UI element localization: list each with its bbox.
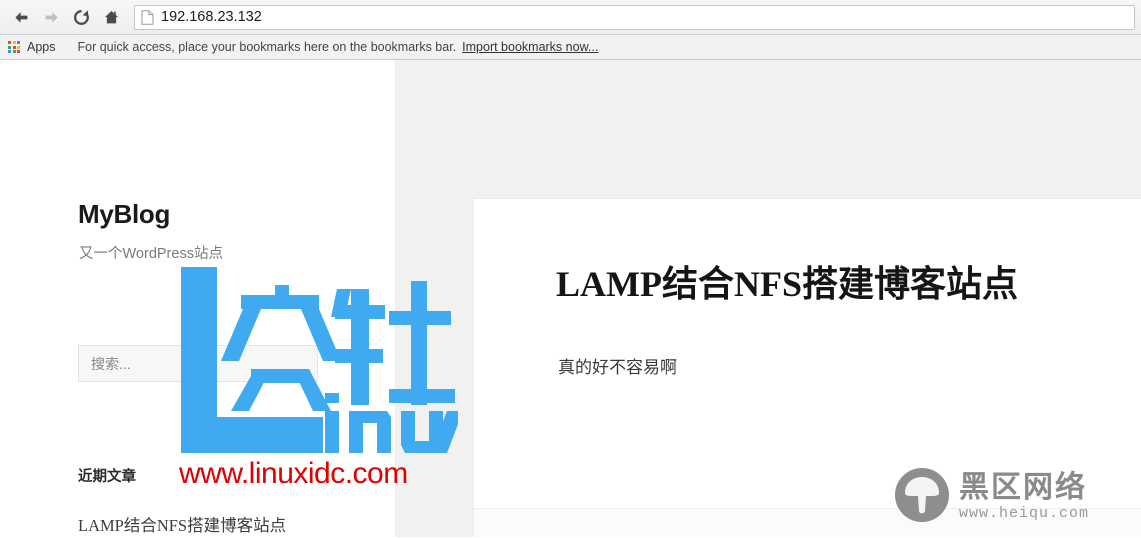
search-input[interactable]: 搜索...: [78, 345, 318, 382]
address-bar-url: 192.168.23.132: [161, 9, 262, 25]
recent-posts-list: LAMP结合NFS搭建博客站点 世界，你好！: [78, 503, 318, 537]
page-viewport: MyBlog 又一个WordPress站点 搜索... 近期文章 LAMP结合N…: [0, 60, 1141, 537]
browser-toolbar: 192.168.23.132: [0, 0, 1141, 35]
recent-posts-heading: 近期文章: [78, 469, 136, 485]
post-card: LAMP结合NFS搭建博客站点 真的好不容易啊 2015年7月20日: [473, 198, 1141, 537]
browser-chrome: 192.168.23.132 Apps For quick access, pl…: [0, 0, 1141, 60]
apps-button-label[interactable]: Apps: [27, 40, 56, 54]
forward-button[interactable]: [36, 2, 66, 32]
apps-grid-icon[interactable]: [8, 41, 20, 53]
post-date[interactable]: 2015年7月20日: [558, 536, 678, 537]
bookmarks-hint-text: For quick access, place your bookmarks h…: [77, 40, 457, 54]
home-icon: [102, 8, 121, 27]
back-button[interactable]: [6, 2, 36, 32]
site-title[interactable]: MyBlog: [78, 199, 170, 230]
post-body-text: 真的好不容易啊: [558, 358, 677, 378]
import-bookmarks-link[interactable]: Import bookmarks now...: [462, 40, 598, 54]
home-button[interactable]: [96, 2, 126, 32]
list-item[interactable]: LAMP结合NFS搭建博客站点: [78, 503, 318, 537]
reload-button[interactable]: [66, 2, 96, 32]
search-input-placeholder: 搜索...: [91, 355, 131, 372]
post-meta-footer: 2015年7月20日 Leave a comment: [474, 508, 1141, 537]
forward-arrow-icon: [42, 8, 61, 27]
page-document-icon: [141, 9, 154, 25]
back-arrow-icon: [12, 8, 31, 27]
post-title[interactable]: LAMP结合NFS搭建博客站点: [556, 264, 1141, 305]
site-sidebar: MyBlog 又一个WordPress站点 搜索... 近期文章 LAMP结合N…: [0, 60, 396, 537]
address-bar[interactable]: 192.168.23.132: [134, 4, 1135, 30]
post-date-label: 2015年7月20日: [578, 536, 678, 537]
reload-icon: [72, 8, 91, 27]
site-description: 又一个WordPress站点: [79, 246, 223, 262]
bookmarks-bar: Apps For quick access, place your bookma…: [0, 35, 1141, 60]
